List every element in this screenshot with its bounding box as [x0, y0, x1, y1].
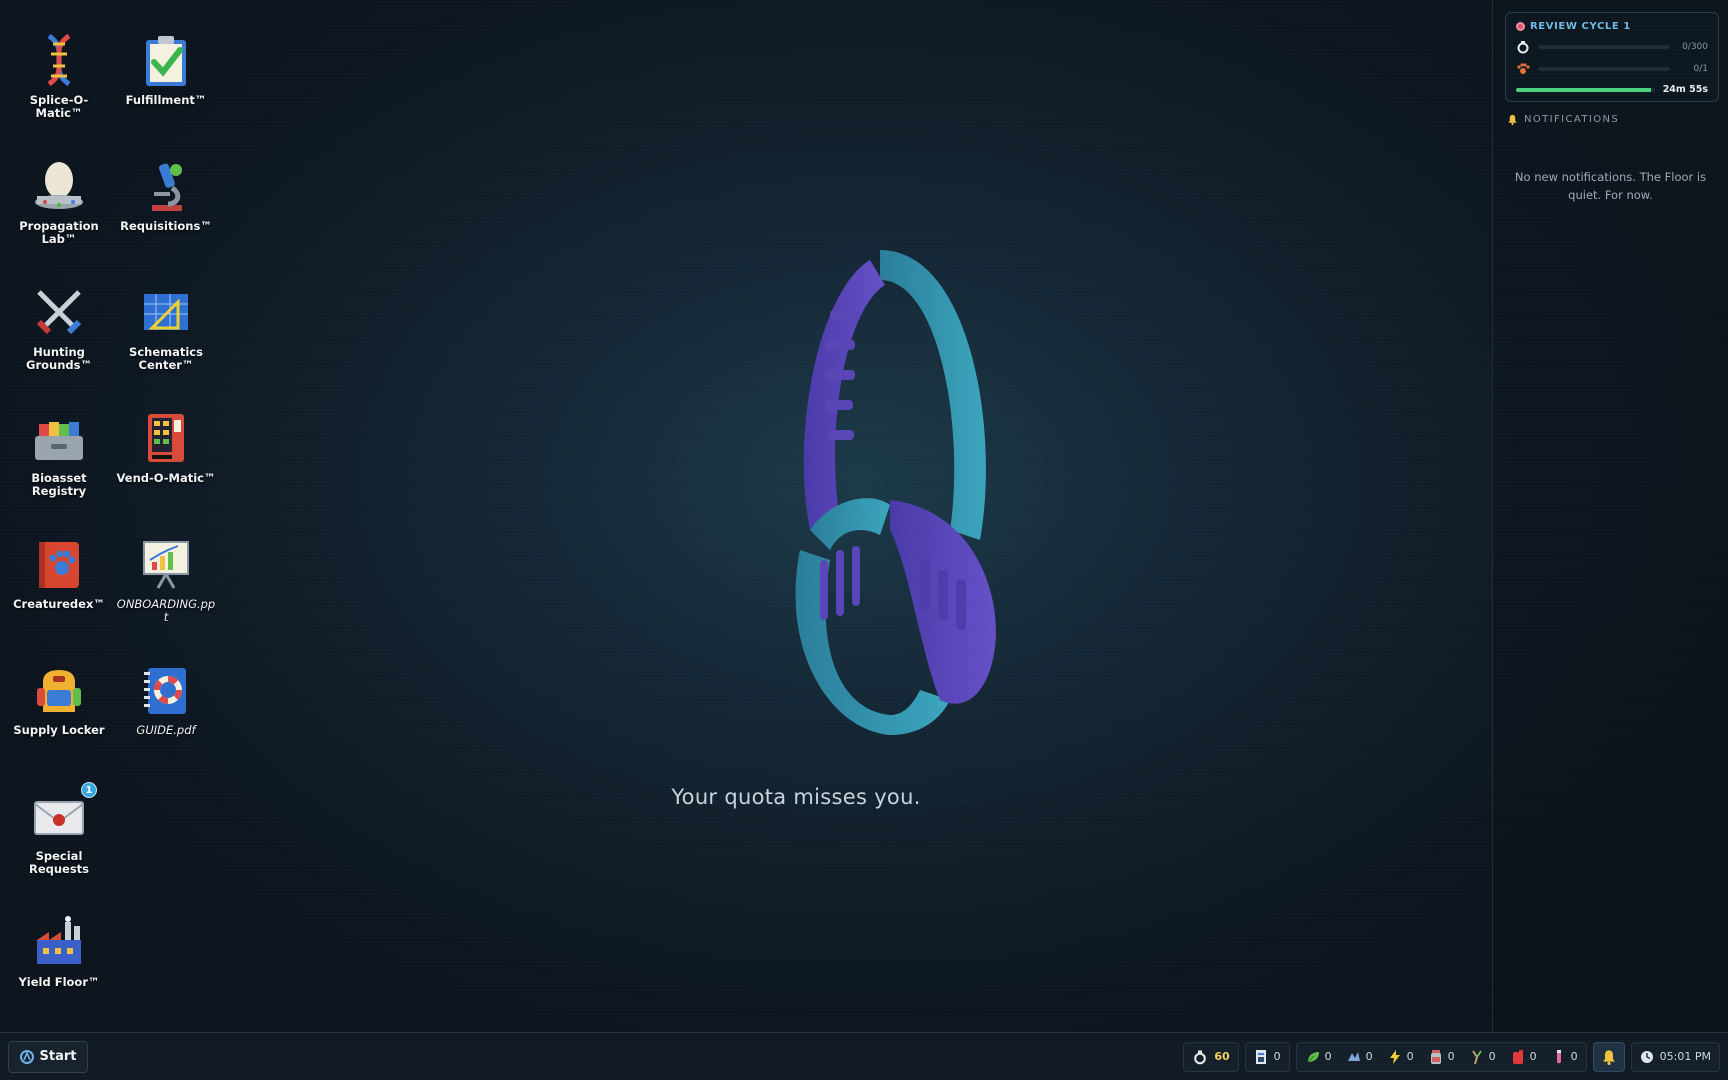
document-icon	[1255, 1049, 1266, 1064]
desktop-icon-supply-locker[interactable]: Supply Locker	[6, 660, 112, 737]
desktop-icon-label: Bioasset Registry	[31, 471, 87, 498]
desktop-icon-label: Hunting Grounds™	[26, 345, 92, 372]
review-cycle-widget[interactable]: REVIEW CYCLE 1 0/300 0/1 24m 55s	[1505, 12, 1719, 102]
resource-leaf: 0	[1305, 1049, 1332, 1065]
ring-icon	[1517, 41, 1529, 54]
wrench-icon	[1471, 1049, 1482, 1064]
vial-icon	[1556, 1049, 1561, 1063]
review-progress-bar	[1538, 67, 1670, 71]
desktop-icon-guide-pdf[interactable]: GUIDE.pdf	[113, 660, 219, 737]
presentation-icon	[136, 534, 196, 594]
tagline-text: Your quota misses you.	[671, 785, 921, 809]
file-counter[interactable]: 0	[1244, 1041, 1290, 1072]
desktop-icon-label: Vend-O-Matic™	[116, 471, 216, 485]
leaf-icon	[1307, 1051, 1319, 1062]
desktop-icon-label: Special Requests	[28, 849, 90, 876]
desktop-icon-requisitions[interactable]: Requisitions™	[113, 156, 219, 233]
review-row-paw: 0/1	[1516, 62, 1708, 76]
start-logo-icon	[19, 1049, 34, 1064]
desktop-icon-propagation-lab[interactable]: Propagation Lab™	[6, 156, 112, 246]
desktop-icon-schematics-center[interactable]: Schematics Center™	[113, 282, 219, 372]
resource-jar: 0	[1428, 1049, 1455, 1065]
file-drawer-icon	[29, 408, 89, 468]
dna-loop-logo-icon	[795, 250, 996, 735]
egg-incubator-icon	[29, 156, 89, 216]
bell-icon	[1602, 1049, 1615, 1065]
desktop-icon-label: Supply Locker	[13, 723, 105, 737]
desktop-icon-fulfillment[interactable]: Fulfillment™	[113, 30, 219, 107]
resource-wrench: 0	[1469, 1049, 1496, 1065]
desktop-icon-label: Creaturedex™	[13, 597, 105, 611]
desktop-icon-onboarding-ppt[interactable]: ONBOARDING.ppt	[113, 534, 219, 624]
center-logo	[770, 230, 1020, 750]
crossed-swords-icon	[29, 282, 89, 342]
desktop-icon-label: Requisitions™	[120, 219, 212, 233]
review-row-ring: 0/300	[1516, 40, 1708, 54]
clipboard-check-icon	[136, 30, 196, 90]
currency-counter[interactable]: 60	[1183, 1041, 1239, 1072]
review-progress-bar	[1538, 45, 1670, 49]
vending-machine-icon	[136, 408, 196, 468]
notifications-button[interactable]	[1592, 1041, 1625, 1072]
review-row-value: 0/1	[1693, 64, 1708, 74]
desktop-icon-bioasset-registry[interactable]: Bioasset Registry	[6, 408, 112, 498]
microscope-icon	[136, 156, 196, 216]
review-cycle-title: REVIEW CYCLE 1	[1516, 21, 1708, 32]
fuel-can-icon	[1512, 1049, 1523, 1064]
paw-icon	[1517, 63, 1530, 74]
notifications-header: NOTIFICATIONS	[1507, 114, 1619, 125]
review-row-value: 0/300	[1682, 42, 1708, 52]
lifebuoy-book-icon	[136, 660, 196, 720]
lightning-icon	[1389, 1049, 1400, 1064]
jar-icon	[1430, 1049, 1441, 1064]
desktop-icon-label: Schematics Center™	[129, 345, 203, 372]
resource-fuel-can: 0	[1510, 1049, 1537, 1065]
bell-icon	[1508, 114, 1517, 125]
blueprint-icon	[136, 282, 196, 342]
notifications-empty-text: No new notifications. The Floor is quiet…	[1514, 170, 1707, 202]
resource-crystal: 0	[1346, 1049, 1373, 1065]
desktop-icon-label: Splice-O-Matic™	[29, 93, 89, 120]
desktop-icon-label: Yield Floor™	[18, 975, 100, 989]
dna-icon	[29, 30, 89, 90]
desktop-icon-yield-floor[interactable]: Yield Floor™	[6, 912, 112, 989]
start-button[interactable]: Start	[8, 1040, 88, 1073]
tagline: Your quota misses you.	[0, 785, 1728, 809]
clock[interactable]: 05:01 PM	[1630, 1041, 1720, 1072]
resource-vial: 0	[1551, 1049, 1578, 1065]
resource-counters[interactable]: 0 0 0 0 0 0 0	[1295, 1041, 1587, 1072]
desktop-icon-label: GUIDE.pdf	[136, 723, 196, 737]
clock-icon	[1640, 1050, 1653, 1063]
timer-value: 24m 55s	[1662, 84, 1708, 95]
taskbar: Start 60 0 0 0 0 0 0 0 0 05:01 PM	[0, 1032, 1728, 1080]
desktop-icon-label: Fulfillment™	[125, 93, 207, 107]
right-panel: REVIEW CYCLE 1 0/300 0/1 24m 55s NOTIFIC…	[1492, 0, 1728, 1032]
desktop-icon-vend-o-matic[interactable]: Vend-O-Matic™	[113, 408, 219, 485]
desktop-icon-label: Propagation Lab™	[19, 219, 99, 246]
backpack-icon	[29, 660, 89, 720]
resource-lightning: 0	[1387, 1049, 1414, 1065]
desktop: Splice-O-Matic™ Fulfillment™ Propagation…	[0, 0, 230, 1030]
status-dot-icon	[1516, 22, 1525, 31]
paw-book-icon	[29, 534, 89, 594]
timer-fill	[1516, 87, 1651, 92]
ring-icon	[1194, 1050, 1207, 1064]
desktop-icon-creaturedex[interactable]: Creaturedex™	[6, 534, 112, 611]
system-tray: 60 0 0 0 0 0 0 0 0 05:01 PM	[1183, 1041, 1720, 1073]
timer-bar	[1516, 87, 1655, 92]
desktop-icon-label: ONBOARDING.ppt	[116, 597, 216, 624]
crystal-icon	[1347, 1051, 1360, 1061]
desktop-icon-splice-o-matic[interactable]: Splice-O-Matic™	[6, 30, 112, 120]
factory-icon	[29, 912, 89, 972]
review-timer: 24m 55s	[1516, 84, 1708, 95]
desktop-icon-hunting-grounds[interactable]: Hunting Grounds™	[6, 282, 112, 372]
